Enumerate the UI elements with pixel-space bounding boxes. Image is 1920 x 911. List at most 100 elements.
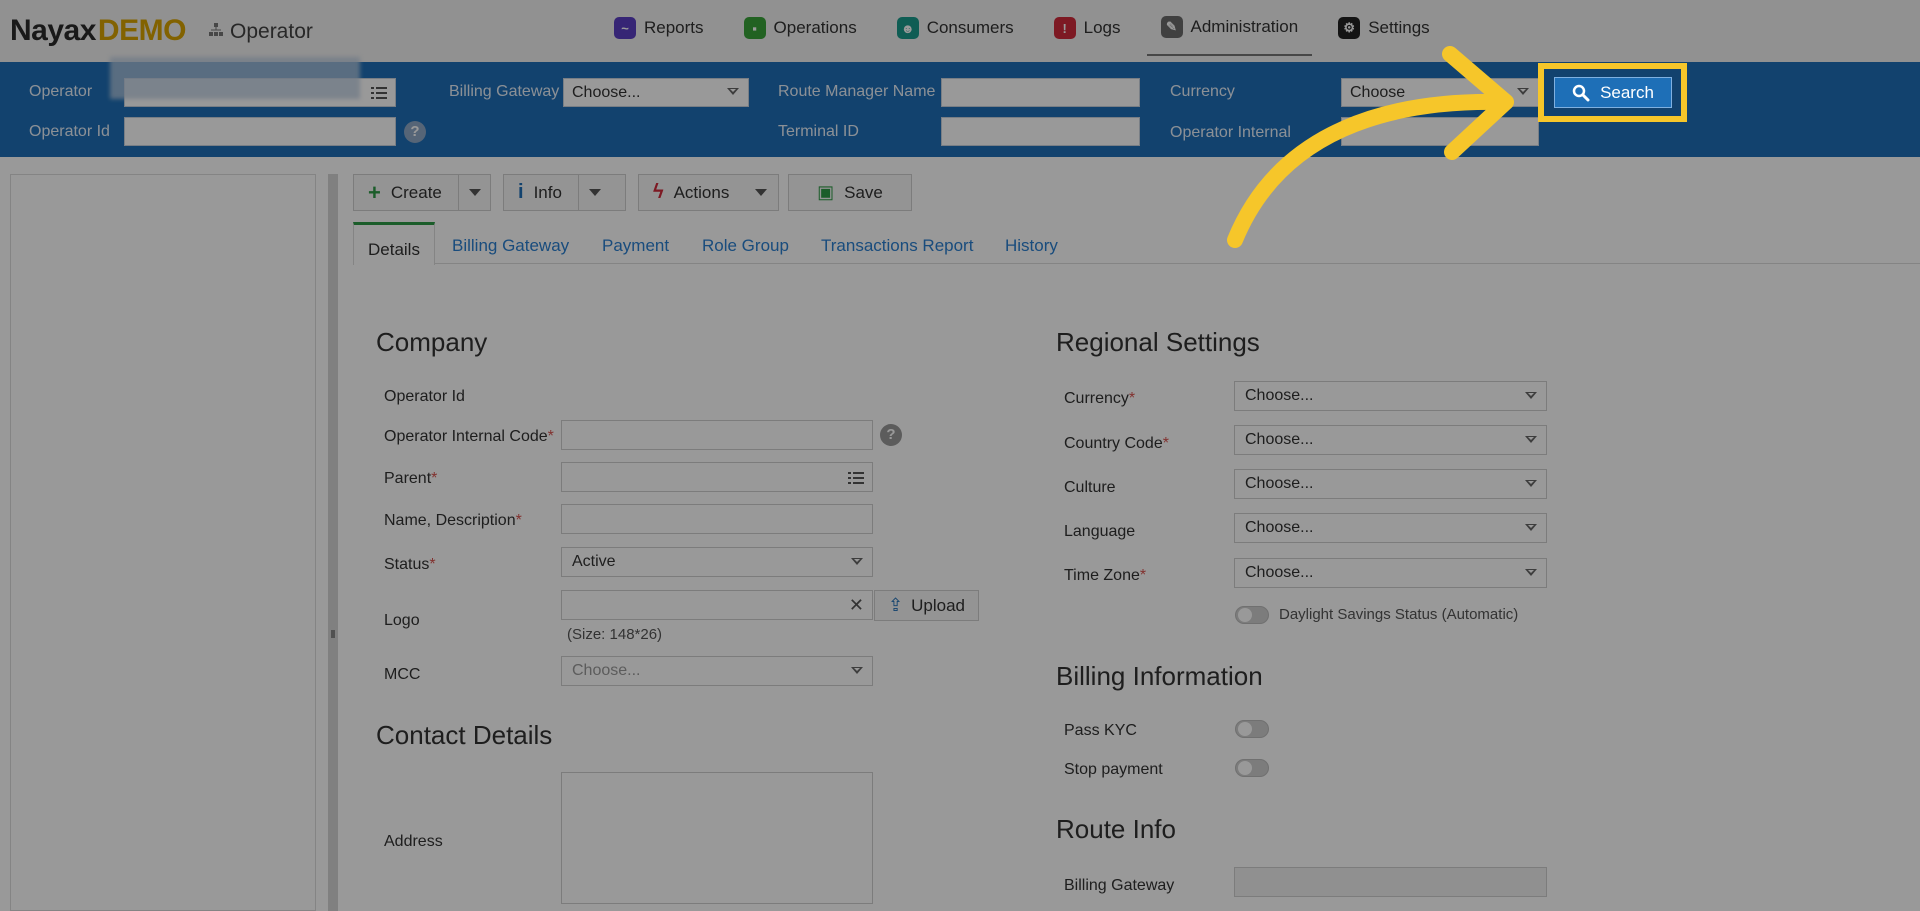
nav-consumers[interactable]: ☻ Consumers xyxy=(883,0,1028,56)
time-zone-value: Choose... xyxy=(1245,564,1314,581)
info-button[interactable]: i Info xyxy=(503,174,626,211)
tab-transactions-report[interactable]: Transactions Report xyxy=(821,236,973,256)
divider xyxy=(577,174,579,211)
name-description-input[interactable] xyxy=(561,504,873,534)
logo-label: Logo xyxy=(384,612,420,629)
tab-role-group[interactable]: Role Group xyxy=(702,236,789,256)
search-button-label: Search xyxy=(1600,82,1654,102)
route-billing-gateway-input xyxy=(1234,867,1547,897)
tab-billing-gateway[interactable]: Billing Gateway xyxy=(452,236,569,256)
logs-icon: ! xyxy=(1053,17,1076,39)
culture-value: Choose... xyxy=(1245,475,1314,492)
country-code-label: Country Code* xyxy=(1064,435,1169,453)
nav-label: Administration xyxy=(1190,17,1299,36)
nav-label: Reports xyxy=(644,18,704,37)
billing-gateway-select[interactable]: Choose... xyxy=(563,78,749,107)
operator-id-label: Operator Id xyxy=(29,123,110,140)
tab-details[interactable]: Details xyxy=(353,222,435,265)
nav-settings[interactable]: ⚙ Settings xyxy=(1324,0,1443,56)
operator-internal-input[interactable] xyxy=(1341,117,1539,146)
currency-field-label: Currency* xyxy=(1064,390,1135,408)
brand-logo[interactable]: NayaxDEMO xyxy=(10,14,186,48)
stop-payment-label: Stop payment xyxy=(1064,761,1163,778)
nav-label: Consumers xyxy=(926,18,1014,37)
help-icon[interactable]: ? xyxy=(880,424,902,446)
route-billing-gateway-label: Billing Gateway xyxy=(1064,877,1175,894)
culture-label: Culture xyxy=(1064,479,1116,496)
mcc-placeholder: Choose... xyxy=(572,662,641,679)
stop-payment-toggle[interactable] xyxy=(1235,759,1269,777)
nav-administration[interactable]: ✎ Administration xyxy=(1146,0,1313,56)
status-select[interactable]: Active xyxy=(561,547,873,577)
name-text: Name, Description xyxy=(384,512,516,529)
parent-field[interactable] xyxy=(561,462,873,492)
terminal-id-input[interactable] xyxy=(941,117,1140,146)
chevron-down-icon xyxy=(1525,480,1537,487)
country-code-value: Choose... xyxy=(1245,431,1314,448)
currency-value: Choose xyxy=(1350,84,1406,101)
operations-icon: ▪ xyxy=(743,17,766,39)
create-button[interactable]: + Create xyxy=(353,174,491,211)
parent-label: Parent* xyxy=(384,470,437,488)
required-mark: * xyxy=(1139,567,1147,584)
chevron-down-icon[interactable] xyxy=(755,189,768,196)
daylight-savings-toggle[interactable] xyxy=(1235,606,1269,624)
nav-label: Operations xyxy=(773,18,857,37)
time-zone-select[interactable]: Choose... xyxy=(1234,558,1547,588)
language-select[interactable]: Choose... xyxy=(1234,513,1547,543)
chevron-down-icon[interactable] xyxy=(468,189,481,196)
internal-code-input[interactable] xyxy=(561,420,873,450)
tab-payment[interactable]: Payment xyxy=(602,236,669,256)
consumers-icon: ☻ xyxy=(896,17,919,39)
list-icon[interactable] xyxy=(371,86,387,100)
panel-splitter[interactable] xyxy=(328,174,338,911)
required-mark: * xyxy=(1162,435,1169,452)
route-info-heading: Route Info xyxy=(1056,814,1176,844)
address-label: Address xyxy=(384,833,443,850)
culture-select[interactable]: Choose... xyxy=(1234,469,1547,499)
chevron-down-icon xyxy=(1517,88,1529,95)
upload-icon: ⇪ xyxy=(888,595,904,615)
splitter-handle-icon xyxy=(331,630,335,638)
hierarchy-icon xyxy=(208,20,224,44)
chevron-down-icon xyxy=(1525,436,1537,443)
clear-icon[interactable]: ✕ xyxy=(849,595,864,616)
redacted-operator-value xyxy=(110,57,360,99)
save-label: Save xyxy=(844,182,883,202)
nav-logs[interactable]: ! Logs xyxy=(1040,0,1135,56)
upload-button[interactable]: ⇪ Upload xyxy=(874,590,979,621)
time-zone-text: Time Zone xyxy=(1064,567,1140,584)
chevron-down-icon[interactable] xyxy=(588,189,601,196)
help-icon[interactable]: ? xyxy=(404,121,426,143)
operator-internal-label: Operator Internal xyxy=(1170,124,1291,141)
nav-operations[interactable]: ▪ Operations xyxy=(730,0,871,56)
terminal-id-label: Terminal ID xyxy=(778,123,859,140)
name-label: Name, Description* xyxy=(384,512,522,530)
route-manager-input[interactable] xyxy=(941,78,1140,107)
tab-history[interactable]: History xyxy=(1005,236,1058,256)
country-code-text: Country Code xyxy=(1064,435,1163,452)
search-button[interactable]: Search xyxy=(1554,77,1672,108)
list-icon[interactable] xyxy=(848,471,864,485)
actions-button[interactable]: ϟ Actions xyxy=(638,174,779,211)
country-code-select[interactable]: Choose... xyxy=(1234,425,1547,455)
currency-text: Currency xyxy=(1064,390,1129,407)
status-text: Status xyxy=(384,556,430,573)
info-label: Info xyxy=(533,182,562,202)
plus-icon: + xyxy=(368,179,381,205)
address-textarea[interactable] xyxy=(561,772,873,904)
billing-information-heading: Billing Information xyxy=(1056,661,1263,691)
save-button[interactable]: ▣ Save xyxy=(788,174,912,211)
daylight-savings-label: Daylight Savings Status (Automatic) xyxy=(1279,606,1519,623)
regional-settings-heading: Regional Settings xyxy=(1056,327,1260,357)
status-label: Status* xyxy=(384,556,436,574)
pass-kyc-toggle[interactable] xyxy=(1235,720,1269,738)
logo-file-input[interactable]: ✕ xyxy=(561,590,873,620)
app-name-label: Operator xyxy=(230,20,313,43)
operator-label: Operator xyxy=(29,83,93,100)
operator-id-input[interactable] xyxy=(124,117,396,146)
currency-select[interactable]: Choose xyxy=(1341,78,1539,107)
mcc-select[interactable]: Choose... xyxy=(561,656,873,686)
nav-reports[interactable]: ~ Reports xyxy=(600,0,718,56)
currency-field-select[interactable]: Choose... xyxy=(1234,381,1547,411)
